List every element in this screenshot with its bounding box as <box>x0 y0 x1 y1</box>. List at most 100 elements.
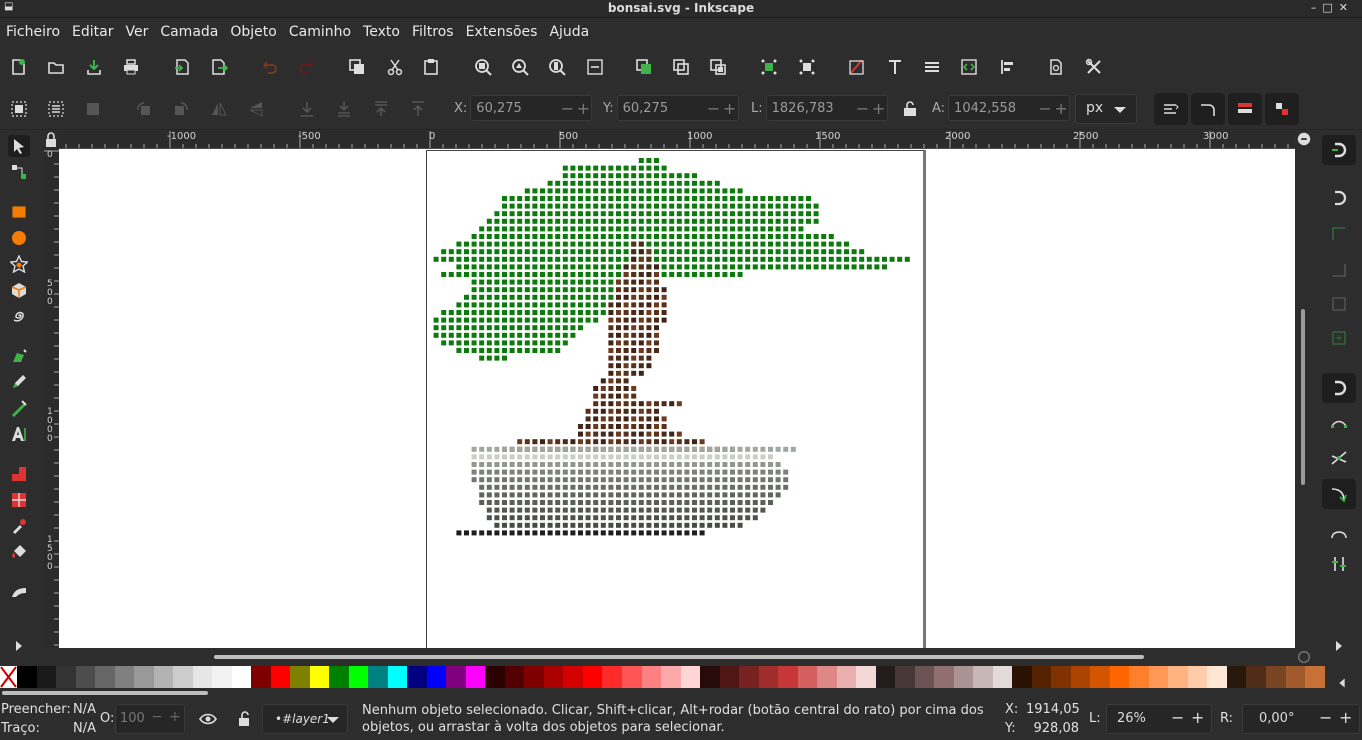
opacity-decrement[interactable]: − <box>151 709 163 725</box>
gradient-tool-icon[interactable] <box>8 463 30 485</box>
color-swatch[interactable] <box>504 666 525 688</box>
color-swatch[interactable] <box>758 666 779 688</box>
palette-menu-icon[interactable] <box>1334 676 1350 690</box>
palette-scrollbar[interactable] <box>0 689 1362 697</box>
color-swatch[interactable] <box>563 666 583 688</box>
color-swatch[interactable] <box>407 666 427 688</box>
3d-box-tool-icon[interactable] <box>8 279 30 301</box>
x-input[interactable]: 60,275 <box>471 101 559 116</box>
color-swatch[interactable] <box>973 666 993 688</box>
color-swatch[interactable] <box>329 666 349 688</box>
horizontal-scroll-thumb[interactable] <box>214 655 1144 659</box>
import-icon[interactable] <box>171 56 193 78</box>
color-swatch[interactable] <box>641 666 662 688</box>
text-font-icon[interactable] <box>884 56 906 78</box>
distribute-icon[interactable] <box>796 56 818 78</box>
color-swatch[interactable] <box>1090 666 1110 688</box>
color-swatch[interactable] <box>1246 666 1266 688</box>
opacity-input[interactable]: 100 <box>120 711 145 726</box>
snap-toggle-icon[interactable] <box>1322 135 1356 165</box>
color-swatch[interactable] <box>661 666 681 688</box>
toggle-layer-lock-icon[interactable] <box>233 708 255 730</box>
y-input[interactable]: 60,275 <box>618 101 706 116</box>
current-layer-dropdown[interactable]: •#layer1 <box>262 704 348 734</box>
x-decrement[interactable]: − <box>559 99 575 118</box>
expand-snap-bar-icon[interactable] <box>1322 631 1356 661</box>
color-swatch[interactable] <box>621 666 642 688</box>
layers-icon[interactable] <box>921 56 943 78</box>
tweak-tool-icon[interactable] <box>8 581 30 603</box>
preferences-icon[interactable] <box>1083 56 1105 78</box>
bonsai-drawing[interactable] <box>59 149 1295 648</box>
menu-objeto[interactable]: Objeto <box>224 19 282 40</box>
color-swatch[interactable] <box>465 666 486 688</box>
scale-stroke-button[interactable] <box>1154 93 1188 125</box>
color-swatch[interactable] <box>1012 666 1032 688</box>
raise-icon[interactable] <box>370 98 392 120</box>
select-all-icon[interactable] <box>8 98 30 120</box>
y-increment[interactable]: + <box>722 99 738 118</box>
snap-bbox-midpoint-icon[interactable] <box>1322 289 1356 319</box>
rotate-cw-icon[interactable] <box>170 98 192 120</box>
select-all-layers-icon[interactable] <box>45 98 67 120</box>
paste-icon[interactable] <box>420 56 442 78</box>
color-swatch[interactable] <box>992 666 1013 688</box>
flip-horizontal-icon[interactable] <box>208 98 230 120</box>
color-swatch[interactable] <box>56 666 76 688</box>
color-swatch[interactable] <box>75 666 96 688</box>
no-paint-swatch[interactable] <box>0 666 17 688</box>
snap-intersection-icon[interactable] <box>1322 443 1356 473</box>
snap-nodes-icon[interactable] <box>1322 373 1356 403</box>
cut-icon[interactable] <box>384 56 406 78</box>
window-controls[interactable]: –□✕ <box>1311 1 1354 14</box>
color-swatch[interactable] <box>446 666 466 688</box>
save-icon[interactable] <box>83 56 105 78</box>
flip-vertical-icon[interactable] <box>245 98 267 120</box>
height-input[interactable]: 1042,558 <box>949 101 1037 116</box>
menu-ficheiro[interactable]: Ficheiro <box>0 19 66 40</box>
snap-cusp-nodes-icon[interactable] <box>1322 479 1356 509</box>
duplicate-icon[interactable] <box>346 56 368 78</box>
color-swatch[interactable] <box>1031 666 1052 688</box>
color-swatch[interactable] <box>895 666 915 688</box>
color-swatch[interactable] <box>953 666 974 688</box>
close-icon[interactable]: ✕ <box>1339 1 1354 14</box>
new-document-icon[interactable] <box>7 56 29 78</box>
menu-ajuda[interactable]: Ajuda <box>543 19 595 40</box>
color-swatch[interactable] <box>524 666 544 688</box>
color-swatch[interactable] <box>719 666 740 688</box>
menu-texto[interactable]: Texto <box>357 19 406 40</box>
rotate-field[interactable]: 0,00° − + <box>1242 704 1360 734</box>
snap-others-icon[interactable] <box>1322 549 1356 579</box>
zoom-input[interactable]: 26% <box>1117 711 1146 726</box>
color-swatch[interactable] <box>173 666 193 688</box>
open-icon[interactable] <box>45 56 67 78</box>
scale-radii-button[interactable] <box>1191 93 1225 125</box>
transform-patterns-button[interactable] <box>1265 93 1299 125</box>
color-swatch[interactable] <box>114 666 135 688</box>
color-swatch[interactable] <box>485 666 505 688</box>
menu-camada[interactable]: Camada <box>154 19 224 40</box>
text-tool-icon[interactable] <box>8 423 30 445</box>
redo-icon[interactable] <box>296 56 318 78</box>
snap-bbox-icon[interactable] <box>1322 183 1356 213</box>
rotate-decrement[interactable]: − <box>1319 708 1332 727</box>
spiral-tool-icon[interactable] <box>8 305 30 327</box>
opacity-increment[interactable]: + <box>169 709 181 725</box>
dropper-tool-icon[interactable] <box>8 515 30 537</box>
color-swatch[interactable] <box>1226 666 1247 688</box>
fill-indicator[interactable]: N/A <box>73 702 96 717</box>
color-swatch[interactable] <box>739 666 759 688</box>
color-swatch[interactable] <box>231 666 252 688</box>
star-tool-icon[interactable] <box>8 253 30 275</box>
color-managed-icon[interactable] <box>1296 650 1312 664</box>
clone-icon[interactable] <box>707 56 729 78</box>
ungroup-icon[interactable] <box>670 56 692 78</box>
mesh-tool-icon[interactable] <box>8 489 30 511</box>
color-swatch[interactable] <box>797 666 818 688</box>
snap-path-icon[interactable] <box>1322 409 1356 439</box>
lower-to-bottom-icon[interactable] <box>296 98 318 120</box>
undo-icon[interactable] <box>258 56 280 78</box>
opacity-field[interactable]: 100 − + <box>115 704 185 734</box>
snap-bbox-edge-icon[interactable] <box>1322 219 1356 249</box>
